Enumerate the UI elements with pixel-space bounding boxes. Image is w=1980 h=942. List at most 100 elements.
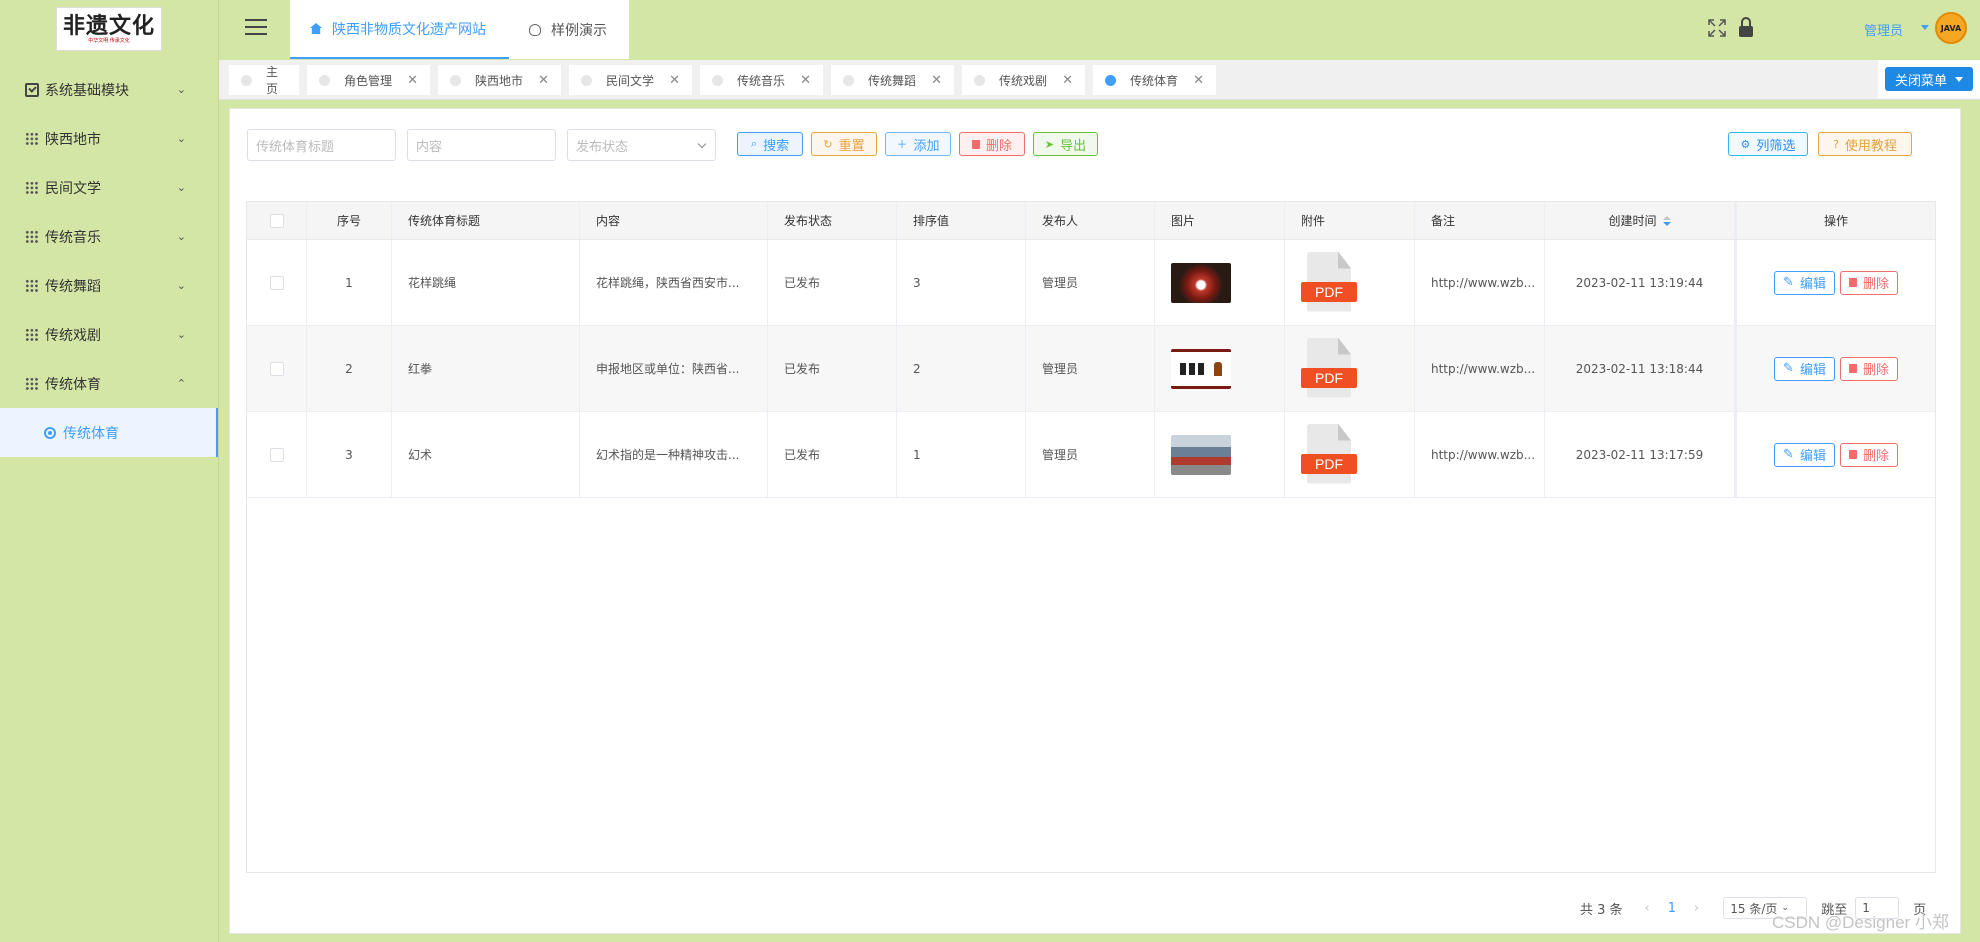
- delete-label: 删除: [1862, 277, 1889, 292]
- column-filter-button[interactable]: ⚙ 列筛选: [1728, 132, 1808, 156]
- column-header[interactable]: 发布人: [1026, 202, 1155, 239]
- add-label: 添加: [913, 138, 940, 154]
- add-button[interactable]: ＋ 添加: [885, 132, 951, 156]
- reset-button[interactable]: ↻ 重置: [811, 132, 877, 156]
- edit-button[interactable]: ✎ 编辑: [1774, 270, 1835, 295]
- logo[interactable]: 非遗文化 中华文明 传承文化: [56, 6, 162, 51]
- tab-site[interactable]: 陕西非物质文化遗产网站: [290, 0, 509, 59]
- row-select-cell: [247, 240, 307, 325]
- page-tab-music[interactable]: 传统音乐 ✕: [700, 65, 823, 95]
- pagination-total: 共 3 条: [1580, 902, 1623, 918]
- row-checkbox[interactable]: [269, 361, 284, 376]
- edit-button[interactable]: ✎ 编辑: [1774, 442, 1835, 467]
- chevron-left-icon[interactable]: ‹: [1645, 901, 1650, 916]
- export-button[interactable]: ➤ 导出: [1033, 132, 1098, 156]
- page-tab-literature[interactable]: 民间文学 ✕: [569, 65, 692, 95]
- thumbnail-image[interactable]: [1171, 348, 1231, 389]
- sidebar-item-label: 传统戏剧: [45, 327, 101, 344]
- row-delete-button[interactable]: 删除: [1839, 442, 1898, 467]
- sidebar-item-dance[interactable]: 传统舞蹈 ⌄: [0, 261, 218, 310]
- content-cell: 花样跳绳，陕西省西安市...: [580, 240, 768, 325]
- close-menu-button[interactable]: 关闭菜单: [1885, 67, 1973, 91]
- avatar[interactable]: JAVA: [1935, 12, 1967, 44]
- thumbnail-image[interactable]: [1171, 434, 1231, 475]
- close-icon[interactable]: ✕: [407, 73, 418, 88]
- fullscreen-icon[interactable]: [1708, 19, 1726, 37]
- select-all-checkbox[interactable]: [269, 213, 284, 228]
- created-cell: 2023-02-11 13:19:44: [1545, 240, 1735, 325]
- table-header: 序号 传统体育标题 内容 发布状态 排序值 发布人 图片 附件 备注 创建时间 …: [247, 202, 1935, 240]
- tutorial-label: 使用教程: [1844, 138, 1897, 154]
- close-icon[interactable]: ✕: [800, 73, 811, 88]
- sidebar-item-sports[interactable]: 传统体育 ⌃: [0, 359, 218, 408]
- sidebar-item-music[interactable]: 传统音乐 ⌄: [0, 212, 218, 261]
- row-select-cell: [247, 412, 307, 497]
- chevron-up-icon: ⌃: [176, 377, 186, 390]
- sidebar-item-system[interactable]: 系统基础模块 ⌄: [0, 65, 218, 114]
- close-icon[interactable]: ✕: [931, 73, 942, 88]
- chevron-right-icon[interactable]: ›: [1694, 901, 1699, 916]
- tab-demo[interactable]: 样例演示: [509, 0, 629, 59]
- menu-toggle-icon[interactable]: [245, 19, 267, 37]
- trash-icon: [1848, 450, 1857, 459]
- sidebar-item-drama[interactable]: 传统戏剧 ⌄: [0, 310, 218, 359]
- column-header[interactable]: 传统体育标题: [392, 202, 580, 239]
- caret-down-icon: [1955, 76, 1963, 82]
- logo-area: 非遗文化 中华文明 传承文化: [0, 0, 218, 57]
- tutorial-button[interactable]: ? 使用教程: [1818, 132, 1912, 156]
- sidebar-subitem-sports[interactable]: 传统体育: [0, 408, 218, 457]
- title-cell: 红拳: [392, 326, 580, 411]
- status-select[interactable]: 发布状态: [567, 129, 716, 161]
- user-name[interactable]: 管理员: [1864, 20, 1903, 39]
- column-header[interactable]: 图片: [1155, 202, 1285, 239]
- table-row: 1 花样跳绳 花样跳绳，陕西省西安市... 已发布 3 管理员 PDF http…: [247, 240, 1935, 326]
- top-header: 陕西非物质文化遗产网站 样例演示 管理员 JAVA: [219, 0, 1980, 60]
- remark-cell: http://www.wzb...: [1415, 326, 1545, 411]
- close-icon[interactable]: ✕: [1193, 73, 1204, 88]
- thumbnail-image[interactable]: [1171, 262, 1231, 303]
- caret-down-icon[interactable]: [1921, 25, 1929, 30]
- title-search-input[interactable]: 传统体育标题: [247, 129, 396, 161]
- sidebar-item-folk-literature[interactable]: 民间文学 ⌄: [0, 163, 218, 212]
- close-icon[interactable]: ✕: [1062, 73, 1073, 88]
- delete-button[interactable]: 删除: [959, 132, 1025, 156]
- page-tab-cities[interactable]: 陕西地市 ✕: [438, 65, 561, 95]
- pdf-icon[interactable]: PDF: [1301, 423, 1357, 486]
- column-header[interactable]: 内容: [580, 202, 768, 239]
- lock-icon[interactable]: [1739, 17, 1753, 37]
- page-tab-drama[interactable]: 传统戏剧 ✕: [962, 65, 1085, 95]
- refresh-icon: ↻: [823, 137, 833, 151]
- page-number[interactable]: 1: [1668, 901, 1676, 916]
- column-header[interactable]: 排序值: [897, 202, 1026, 239]
- grid-icon: [25, 229, 39, 244]
- page-tab-home[interactable]: 主页: [229, 65, 299, 96]
- row-checkbox[interactable]: [269, 447, 284, 462]
- sidebar-menu: 系统基础模块 ⌄ 陕西地市 ⌄ 民间文学 ⌄ 传统音乐 ⌄ 传统舞蹈 ⌄ 传统戏…: [0, 65, 218, 457]
- page-tab-roles[interactable]: 角色管理 ✕: [307, 65, 430, 95]
- column-header[interactable]: 序号: [307, 202, 392, 239]
- gear-icon: ⚙: [1740, 137, 1751, 151]
- sidebar-item-cities[interactable]: 陕西地市 ⌄: [0, 114, 218, 163]
- content-search-input[interactable]: 内容: [407, 129, 556, 161]
- column-header[interactable]: 发布状态: [768, 202, 897, 239]
- page-tab-dance[interactable]: 传统舞蹈 ✕: [831, 65, 954, 95]
- close-menu-label: 关闭菜单: [1894, 73, 1947, 89]
- trash-icon: [1848, 278, 1857, 287]
- gear-icon: [44, 426, 56, 439]
- close-icon[interactable]: ✕: [669, 73, 680, 88]
- page-tab-sports[interactable]: 传统体育 ✕: [1093, 65, 1216, 95]
- actions-cell: ✎ 编辑 删除: [1735, 240, 1935, 325]
- row-delete-button[interactable]: 删除: [1839, 270, 1898, 295]
- row-delete-button[interactable]: 删除: [1839, 356, 1898, 381]
- column-header[interactable]: 附件: [1285, 202, 1415, 239]
- sort-icon[interactable]: [1662, 215, 1671, 226]
- search-button[interactable]: ⌕ 搜索: [737, 132, 803, 156]
- close-icon[interactable]: ✕: [538, 73, 549, 88]
- title-placeholder: 传统体育标题: [256, 139, 335, 155]
- edit-button[interactable]: ✎ 编辑: [1774, 356, 1835, 381]
- pdf-icon[interactable]: PDF: [1301, 337, 1357, 400]
- created-time-header[interactable]: 创建时间: [1545, 202, 1735, 239]
- column-header[interactable]: 备注: [1415, 202, 1545, 239]
- row-checkbox[interactable]: [269, 275, 284, 290]
- pdf-icon[interactable]: PDF: [1301, 251, 1357, 314]
